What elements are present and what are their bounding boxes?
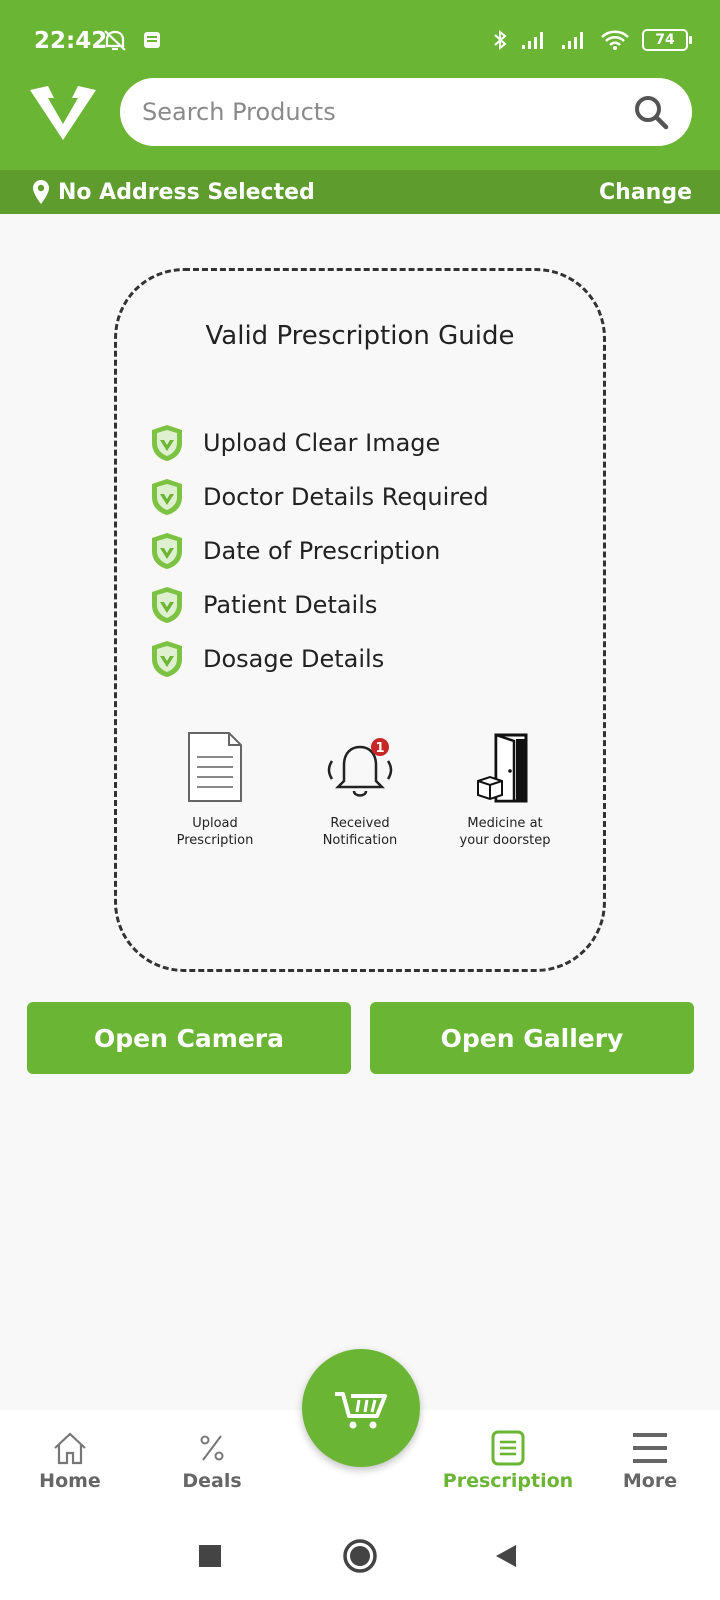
nav-more-label: More — [622, 1470, 678, 1492]
home-icon — [54, 1432, 86, 1465]
change-address-link[interactable]: Change — [599, 180, 692, 205]
step-label-2: Notification — [322, 833, 398, 848]
guide-item: Dosage Details — [149, 632, 489, 686]
shield-check-icon — [152, 479, 182, 515]
guide-title: Valid Prescription Guide — [205, 321, 515, 351]
guide-item-label: Upload Clear Image — [203, 429, 441, 457]
brand-logo-icon[interactable] — [26, 80, 100, 144]
cart-button[interactable] — [302, 1349, 420, 1467]
step-label-1: Received — [330, 816, 390, 831]
step-delivery: Medicine at your doorstep — [445, 731, 565, 849]
nav-prescription[interactable]: Prescription — [438, 1430, 578, 1492]
nav-home-label: Home — [39, 1470, 101, 1492]
document-icon — [188, 732, 242, 802]
step-label-2: your doorstep — [459, 833, 551, 848]
home-button-icon[interactable] — [342, 1538, 378, 1574]
open-gallery-button[interactable]: Open Gallery — [370, 1002, 694, 1074]
recents-icon[interactable] — [198, 1544, 222, 1568]
nav-more[interactable]: More — [590, 1430, 710, 1492]
step-upload: Upload Prescription — [155, 731, 275, 849]
guide-item: Patient Details — [149, 578, 489, 632]
signal-icon — [522, 32, 543, 49]
message-icon — [144, 32, 160, 48]
guide-item: Upload Clear Image — [149, 416, 489, 470]
cart-icon — [335, 1392, 387, 1429]
step-label-1: Upload — [192, 816, 238, 831]
search-bar[interactable] — [120, 78, 692, 146]
nav-deals-label: Deals — [182, 1470, 242, 1492]
guide-list: Upload Clear Image Doctor Details Requir… — [149, 416, 489, 686]
search-input[interactable] — [142, 98, 632, 126]
system-navigation-bar — [0, 1514, 720, 1600]
prescription-guide-card: Valid Prescription Guide Upload Clear Im… — [114, 268, 606, 972]
address-bar: No Address Selected Change — [0, 170, 720, 214]
step-notification: 1 Received Notification — [300, 731, 420, 849]
battery-level: 74 — [655, 32, 675, 48]
menu-icon — [633, 1433, 667, 1463]
shield-check-icon — [152, 533, 182, 569]
bell-notification-icon: 1 — [327, 738, 393, 797]
process-steps: Upload Prescription 1 Received Notificat… — [155, 731, 565, 849]
signal-icon-2 — [562, 32, 583, 49]
address-text: No Address Selected — [58, 179, 315, 205]
battery-icon: 74 — [642, 29, 692, 51]
nav-home[interactable]: Home — [10, 1430, 130, 1492]
step-label-1: Medicine at — [467, 816, 543, 831]
door-package-icon — [477, 733, 528, 803]
step-label-2: Prescription — [176, 833, 254, 848]
back-icon[interactable] — [494, 1543, 518, 1569]
search-icon[interactable] — [632, 93, 670, 131]
nav-deals[interactable]: Deals — [152, 1430, 272, 1492]
status-bar: 22:42 74 — [0, 0, 720, 86]
prescription-icon — [491, 1430, 525, 1466]
guide-item: Date of Prescription — [149, 524, 489, 578]
guide-item-label: Patient Details — [203, 591, 378, 619]
nav-prescription-label: Prescription — [442, 1470, 574, 1492]
guide-item: Doctor Details Required — [149, 470, 489, 524]
shield-check-icon — [152, 641, 182, 677]
shield-check-icon — [152, 587, 182, 623]
status-time: 22:42 — [34, 28, 108, 54]
percent-icon — [200, 1435, 224, 1461]
guide-item-label: Doctor Details Required — [203, 483, 489, 511]
bluetooth-icon — [494, 29, 507, 51]
notification-count: 1 — [375, 741, 384, 756]
alarm-off-icon — [104, 30, 126, 51]
guide-item-label: Date of Prescription — [203, 537, 441, 565]
location-pin-icon — [33, 180, 49, 204]
shield-check-icon — [152, 425, 182, 461]
open-camera-button[interactable]: Open Camera — [27, 1002, 351, 1074]
wifi-icon — [601, 30, 629, 50]
guide-item-label: Dosage Details — [203, 645, 385, 673]
